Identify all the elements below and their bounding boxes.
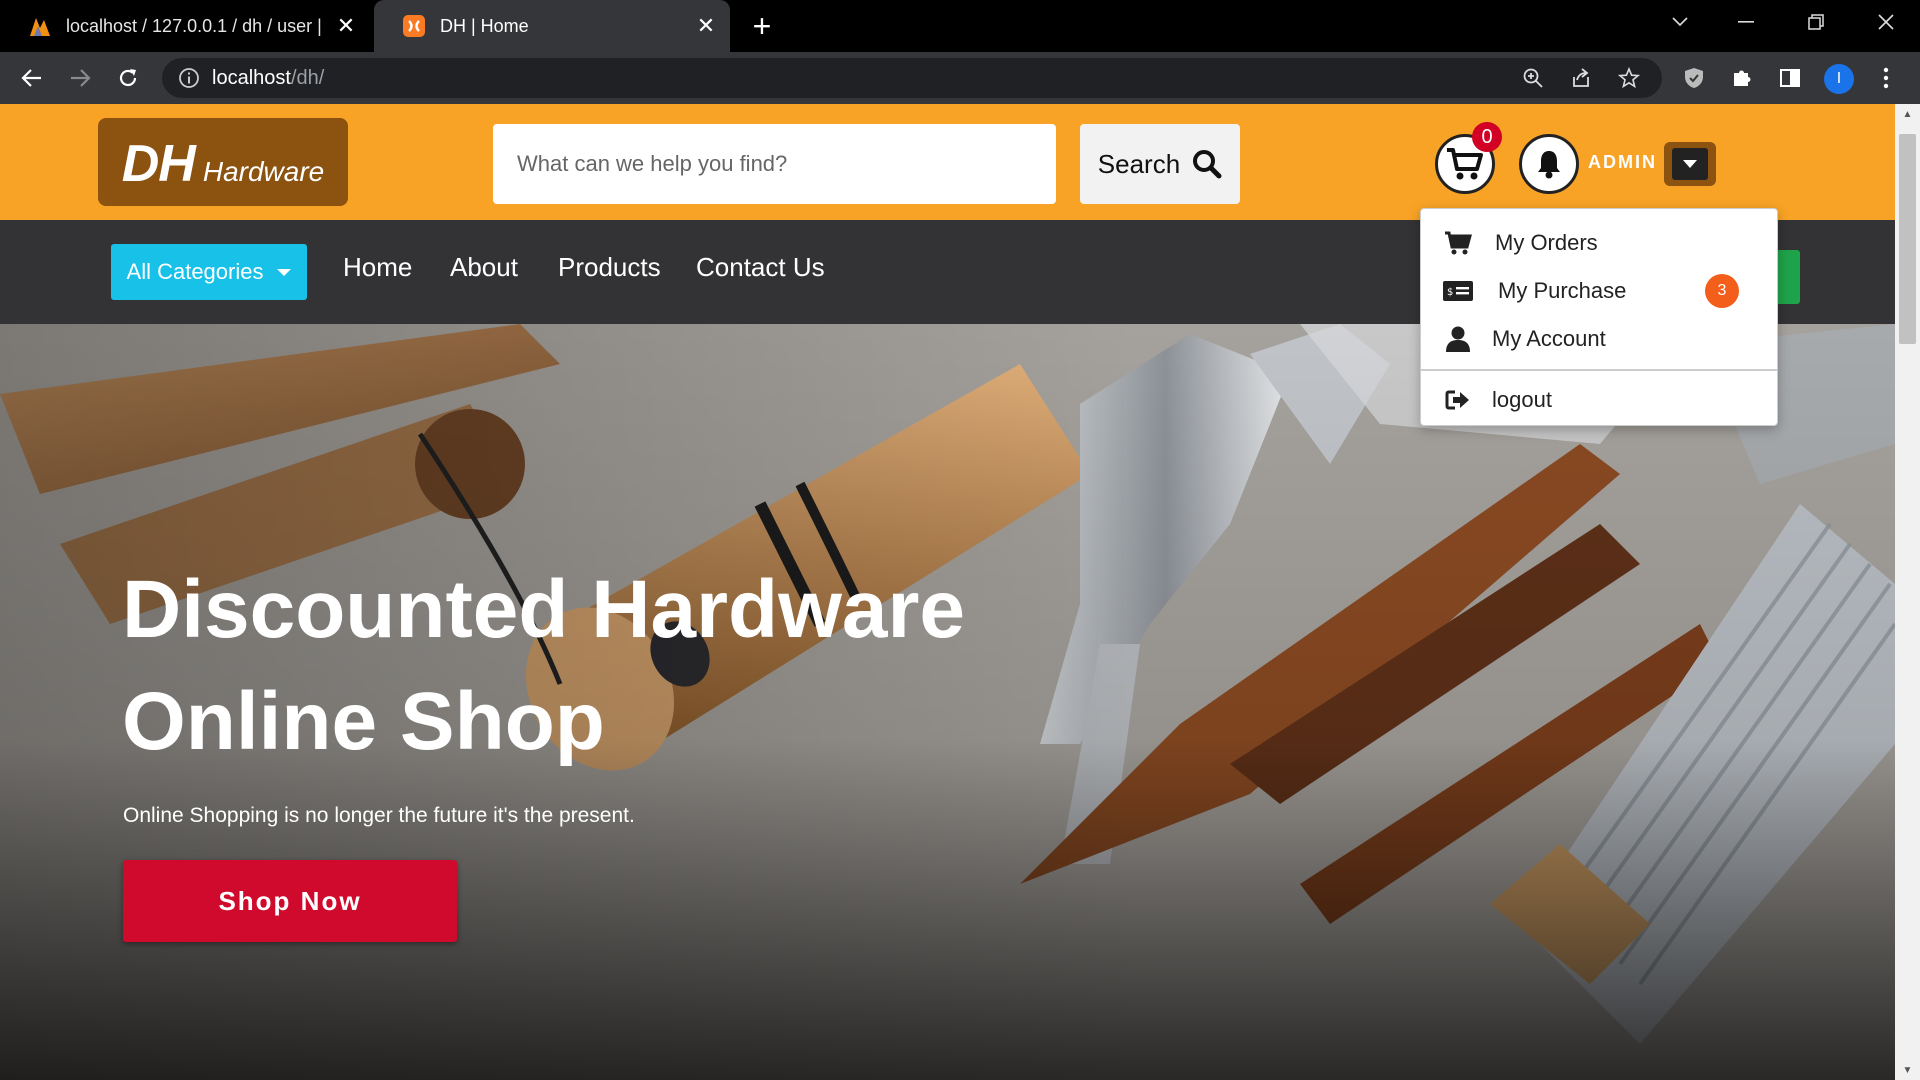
extensions-puzzle-icon[interactable] xyxy=(1724,60,1760,96)
search-icon xyxy=(1193,150,1222,179)
search-button-label: Search xyxy=(1097,148,1181,179)
new-tab-plus-icon[interactable]: + xyxy=(744,8,780,44)
scroll-up-arrow-icon[interactable]: ▲ xyxy=(1895,104,1920,124)
scroll-down-arrow-icon[interactable]: ▼ xyxy=(1895,1060,1920,1080)
all-categories-button[interactable]: All Categories xyxy=(111,244,307,300)
user-icon xyxy=(1443,324,1473,354)
receipt-icon: $ xyxy=(1443,276,1473,306)
forward-arrow-icon[interactable] xyxy=(62,60,98,96)
back-arrow-icon[interactable] xyxy=(14,60,50,96)
xampp-favicon-icon xyxy=(403,15,425,37)
cart-count-badge: 0 xyxy=(1472,122,1502,152)
browser-tab-dh-home[interactable]: DH | Home ✕ xyxy=(374,0,730,52)
tab-close-icon[interactable]: ✕ xyxy=(328,8,364,44)
browser-tab-phpmyadmin[interactable]: localhost / 127.0.0.1 / dh / user | ✕ xyxy=(0,0,370,52)
shield-extension-icon[interactable] xyxy=(1676,60,1712,96)
hero-title: Discounted Hardware Online Shop xyxy=(122,564,965,767)
site-info-icon[interactable] xyxy=(178,67,200,89)
purchase-count-badge: 3 xyxy=(1705,274,1739,308)
menu-item-label: logout xyxy=(1492,387,1552,412)
user-dropdown-menu: My Orders $ My Purchase 3 My Account log… xyxy=(1420,208,1778,426)
zoom-icon[interactable] xyxy=(1522,58,1544,98)
web-page: DH Hardware Search 0 ADMIN All Categorie… xyxy=(0,104,1895,1080)
nav-link-contact[interactable]: Contact Us xyxy=(696,252,825,283)
bell-icon xyxy=(1538,151,1560,179)
bookmark-star-icon[interactable] xyxy=(1618,58,1640,98)
logo-sub-text: Hardware xyxy=(202,156,325,187)
user-name-label: ADMIN xyxy=(1588,152,1657,172)
nav-link-about[interactable]: About xyxy=(450,252,518,283)
user-menu-toggle[interactable] xyxy=(1664,142,1716,186)
profile-avatar[interactable]: I xyxy=(1824,64,1854,94)
browser-menu-kebab-icon[interactable] xyxy=(1868,60,1904,96)
shop-now-button[interactable]: Shop Now xyxy=(123,860,457,942)
search-button[interactable]: Search xyxy=(1080,124,1240,204)
tab-search-chevron-icon[interactable] xyxy=(1650,0,1710,44)
menu-item-label: My Purchase xyxy=(1498,278,1627,303)
all-categories-label: All Categories xyxy=(126,259,264,284)
menu-item-my-purchase[interactable]: $ My Purchase 3 xyxy=(1421,268,1777,314)
menu-item-label: My Orders xyxy=(1495,230,1598,255)
notifications-button[interactable] xyxy=(1519,134,1579,194)
browser-tab-strip: localhost / 127.0.0.1 / dh / user | ✕ DH… xyxy=(0,0,1920,52)
tab-title: DH | Home xyxy=(440,15,529,36)
menu-item-label: My Account xyxy=(1492,326,1606,351)
search-input[interactable] xyxy=(493,124,1056,204)
tab-title: localhost / 127.0.0.1 / dh / user | xyxy=(66,15,322,36)
tab-close-icon[interactable]: ✕ xyxy=(688,8,724,44)
logo-main-text: DH xyxy=(121,135,196,193)
cart-icon xyxy=(1447,148,1483,180)
close-window-icon[interactable] xyxy=(1856,0,1916,44)
restore-icon[interactable] xyxy=(1786,0,1846,44)
side-panel-icon[interactable] xyxy=(1772,60,1808,96)
nav-link-home[interactable]: Home xyxy=(343,252,412,283)
menu-item-my-account[interactable]: My Account xyxy=(1421,316,1777,362)
nav-link-products[interactable]: Products xyxy=(558,252,661,283)
site-logo[interactable]: DH Hardware xyxy=(98,118,348,206)
caret-down-icon xyxy=(277,268,292,276)
minimize-icon[interactable] xyxy=(1716,0,1776,44)
hero-subtitle: Online Shopping is no longer the future … xyxy=(123,804,635,827)
menu-item-my-orders[interactable]: My Orders xyxy=(1421,220,1777,266)
scrollbar-thumb[interactable] xyxy=(1899,134,1916,344)
page-scrollbar[interactable]: ▲ ▼ xyxy=(1895,104,1920,1080)
url-text: localhost/dh/ xyxy=(212,66,325,89)
hero-banner: Discounted Hardware Online Shop Online S… xyxy=(0,324,1895,1080)
share-icon[interactable] xyxy=(1570,58,1592,98)
reload-icon[interactable] xyxy=(110,60,146,96)
cart-icon xyxy=(1443,228,1473,258)
svg-text:$: $ xyxy=(1447,287,1453,298)
menu-divider xyxy=(1421,369,1777,371)
site-header: DH Hardware Search 0 ADMIN xyxy=(0,104,1895,220)
address-bar[interactable]: localhost/dh/ xyxy=(162,58,1662,98)
phpmyadmin-favicon-icon xyxy=(30,18,50,36)
browser-toolbar: localhost/dh/ I xyxy=(0,52,1920,104)
logout-icon xyxy=(1443,385,1473,415)
menu-item-logout[interactable]: logout xyxy=(1421,377,1777,423)
caret-down-icon xyxy=(1683,160,1697,168)
